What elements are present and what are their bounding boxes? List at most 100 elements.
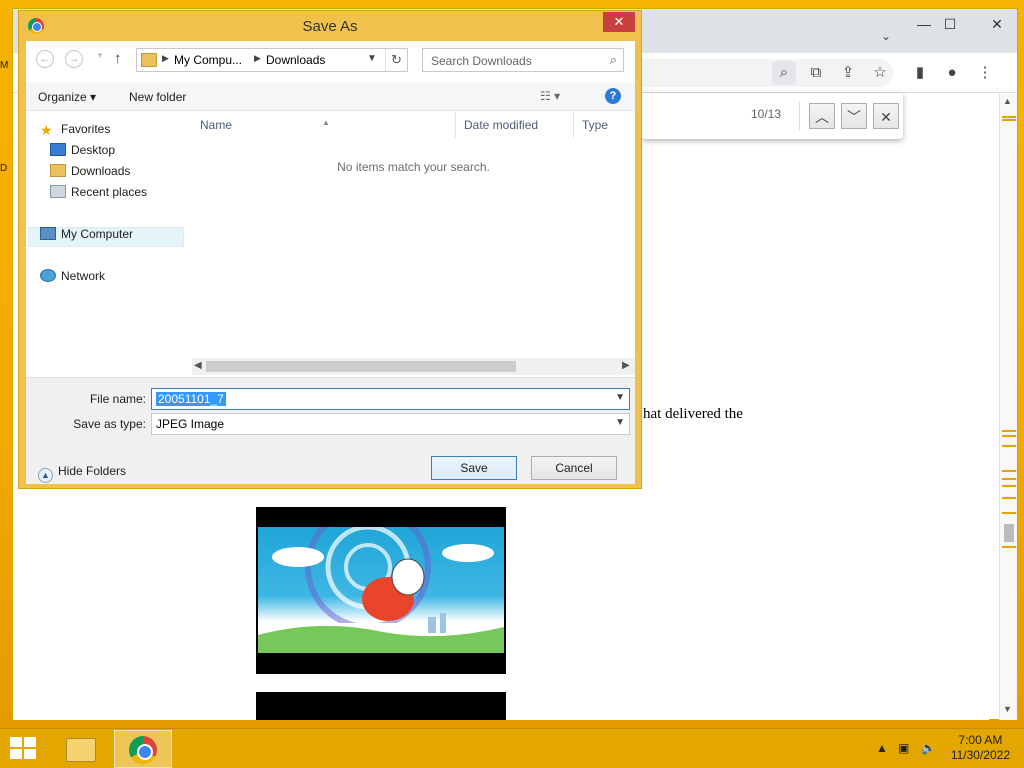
scroll-left-arrow-icon[interactable]: ◀ <box>194 360 202 371</box>
save-as-type-label: Save as type: <box>73 417 146 431</box>
share-icon[interactable]: ⇪ <box>836 61 860 85</box>
nav-item-recent-places[interactable]: Recent places <box>50 185 147 205</box>
forward-arrow-icon[interactable]: → <box>65 50 83 68</box>
find-match-marker <box>1002 485 1016 487</box>
breadcrumb-separator-icon[interactable]: ▶ <box>162 53 169 64</box>
horizontal-scrollbar[interactable]: ◀ ▶ <box>192 358 635 375</box>
desktop-icon-fragment[interactable]: D <box>0 163 12 177</box>
column-header-date-modified[interactable]: Date modified <box>456 112 574 138</box>
side-panel-icon[interactable]: ▮ <box>908 61 932 85</box>
desktop-icon <box>50 143 66 156</box>
change-view-icon[interactable]: ☷ ▾ <box>540 89 560 103</box>
chevron-up-icon: ▲ <box>38 468 53 483</box>
column-header-type[interactable]: Type <box>574 112 635 138</box>
page-image[interactable] <box>256 507 506 674</box>
nav-item-desktop[interactable]: Desktop <box>50 143 115 163</box>
file-name-label: File name: <box>89 392 146 406</box>
dialog-close-button[interactable]: ✕ <box>603 12 635 32</box>
menu-kebab-icon[interactable]: ⋮ <box>973 61 997 85</box>
find-next-icon[interactable]: ﹀ <box>841 103 867 129</box>
save-button[interactable]: Save <box>431 456 517 480</box>
find-previous-icon[interactable]: ︿ <box>809 103 835 129</box>
search-input[interactable]: Search Downloads ⌕ <box>422 48 624 72</box>
scroll-down-arrow-icon[interactable]: ▼ <box>1003 704 1012 714</box>
search-icon: ⌕ <box>609 52 617 67</box>
tab-search-chevron-icon[interactable]: ⌄ <box>881 29 891 43</box>
chrome-icon <box>129 736 157 764</box>
profile-avatar-icon[interactable]: ● <box>940 61 964 85</box>
column-header-name[interactable]: Name ▲ <box>192 112 456 138</box>
scroll-right-arrow-icon[interactable]: ▶ <box>622 360 630 371</box>
find-match-marker <box>1002 497 1016 499</box>
start-button[interactable] <box>10 737 38 761</box>
find-match-marker <box>1002 546 1016 548</box>
close-window-button[interactable]: ✕ <box>977 13 1017 35</box>
nav-item-label: Network <box>61 269 106 283</box>
scroll-up-arrow-icon[interactable]: ▲ <box>1003 96 1012 106</box>
find-close-icon[interactable]: ✕ <box>873 103 899 129</box>
desktop-icon-fragment[interactable]: M <box>0 60 12 74</box>
breadcrumb-my-computer[interactable]: My Compu... <box>174 53 242 67</box>
find-bar-divider <box>799 101 800 131</box>
cancel-button[interactable]: Cancel <box>531 456 617 480</box>
translate-icon[interactable]: ⧉ <box>804 61 828 85</box>
nav-item-downloads[interactable]: Downloads <box>50 164 130 184</box>
page-scrollbar[interactable]: ▲ ▼ <box>999 94 1017 720</box>
star-icon: ★ <box>40 122 53 138</box>
maximize-button[interactable]: ☐ <box>933 13 967 35</box>
file-name-input[interactable]: 20051101_7 ▼ <box>151 388 630 410</box>
system-clock[interactable]: 7:00 AM 11/30/2022 <box>951 733 1010 763</box>
scrollbar-thumb[interactable] <box>1004 524 1014 542</box>
up-arrow-icon[interactable]: ↑ <box>114 50 122 67</box>
empty-folder-message: No items match your search. <box>337 160 490 174</box>
find-match-count: 10/13 <box>751 107 782 121</box>
volume-icon[interactable]: 🔈 <box>921 741 936 755</box>
nav-item-favorites[interactable]: ★ Favorites <box>40 122 110 142</box>
computer-icon <box>40 227 56 240</box>
dialog-title: Save As <box>302 18 358 35</box>
chrome-taskbar-button[interactable] <box>114 730 172 768</box>
file-name-dropdown-chevron-icon[interactable]: ▼ <box>615 392 625 403</box>
back-arrow-icon[interactable]: ← <box>36 50 54 68</box>
file-explorer-taskbar-button[interactable] <box>52 730 110 768</box>
hide-folders-label: Hide Folders <box>58 464 127 478</box>
organize-button[interactable]: Organize ▾ <box>38 90 96 104</box>
nav-item-label: Favorites <box>61 122 111 136</box>
nav-item-network[interactable]: Network <box>40 269 105 289</box>
find-match-marker <box>1002 470 1016 472</box>
nav-item-my-computer[interactable]: My Computer <box>40 227 133 247</box>
address-dropdown-chevron-icon[interactable]: ▼ <box>367 53 377 64</box>
network-icon <box>40 269 56 282</box>
search-placeholder: Search Downloads <box>431 54 532 68</box>
horizontal-scrollbar-thumb[interactable] <box>206 361 516 372</box>
page-image-partial[interactable] <box>256 692 506 720</box>
breadcrumb-downloads[interactable]: Downloads <box>266 53 325 67</box>
tv-station-image <box>258 527 504 653</box>
find-match-marker <box>1002 119 1016 121</box>
show-hidden-icons-chevron-icon[interactable]: ▲ <box>876 741 888 755</box>
dialog-titlebar[interactable]: Save As ✕ <box>19 11 641 41</box>
network-status-icon[interactable]: ▣ <box>898 741 909 755</box>
hide-folders-button[interactable]: ▲ Hide Folders <box>38 464 126 483</box>
tv-illustration <box>258 527 504 653</box>
save-as-type-dropdown-chevron-icon[interactable]: ▼ <box>615 417 625 428</box>
new-folder-button[interactable]: New folder <box>129 90 186 104</box>
find-in-page-icon[interactable]: ⌕ <box>772 61 796 85</box>
find-bar: 10/13 ︿ ﹀ ✕ <box>641 93 903 139</box>
column-header-label: Name <box>200 118 233 132</box>
recent-places-icon <box>50 185 66 198</box>
refresh-icon[interactable]: ↻ <box>385 49 407 71</box>
clock-time: 7:00 AM <box>958 733 1003 747</box>
save-as-dialog: Save As ✕ ← → ▼ ↑ ▶ My Compu... ▶ Downlo… <box>18 10 642 489</box>
bookmark-star-icon[interactable]: ☆ <box>868 61 892 85</box>
help-icon[interactable]: ? <box>605 88 621 104</box>
find-match-marker <box>1002 445 1016 447</box>
file-explorer-icon <box>66 738 96 762</box>
sort-ascending-icon: ▲ <box>322 118 330 127</box>
recent-locations-chevron-icon[interactable]: ▼ <box>96 51 104 60</box>
nav-item-label: Desktop <box>71 143 116 157</box>
save-as-type-select[interactable]: JPEG Image ▼ <box>151 413 630 435</box>
find-match-marker <box>1002 435 1016 437</box>
breadcrumb-separator-icon[interactable]: ▶ <box>254 53 261 64</box>
address-breadcrumb[interactable]: ▶ My Compu... ▶ Downloads ▼ ↻ <box>136 48 408 72</box>
